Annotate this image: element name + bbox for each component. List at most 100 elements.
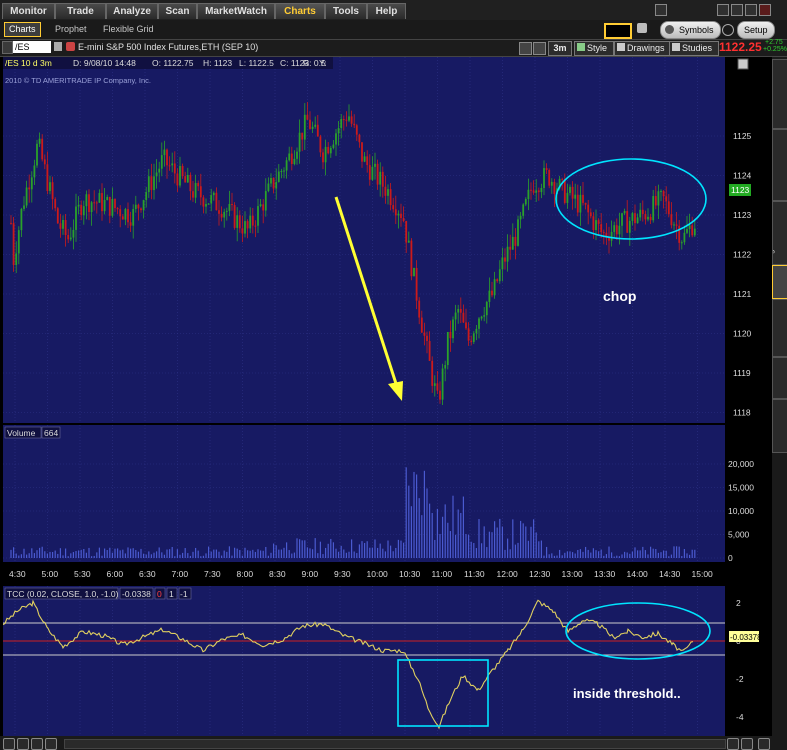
candle-body bbox=[670, 214, 673, 226]
volume-bar bbox=[283, 547, 285, 558]
left-pane-icon[interactable] bbox=[3, 738, 15, 750]
candle-body bbox=[592, 216, 595, 231]
tab-active-trader[interactable]: Active Trader bbox=[772, 129, 787, 201]
candle-body bbox=[277, 171, 280, 182]
candle-body bbox=[480, 316, 483, 319]
restore-icon[interactable] bbox=[745, 4, 757, 16]
symbol-dropdown-icon[interactable] bbox=[54, 42, 62, 51]
candle-body bbox=[436, 383, 439, 391]
volume-bar bbox=[306, 547, 308, 558]
candle-body bbox=[426, 335, 428, 342]
zoom-in-icon[interactable] bbox=[45, 738, 57, 750]
zoom-icon[interactable] bbox=[533, 42, 546, 55]
window-menu-icon[interactable] bbox=[655, 4, 667, 16]
style-label: Style bbox=[587, 43, 608, 53]
search-icon[interactable] bbox=[31, 738, 43, 750]
volume-bar bbox=[143, 553, 145, 558]
symbols-button[interactable]: Symbols bbox=[660, 21, 721, 39]
volume-bar bbox=[618, 556, 620, 558]
time-label: 13:00 bbox=[562, 569, 584, 579]
candle-body bbox=[314, 124, 317, 127]
horizontal-scrollbar[interactable] bbox=[64, 739, 726, 749]
volume-bar bbox=[520, 520, 522, 558]
subtab-charts[interactable]: Charts bbox=[4, 22, 41, 37]
volume-bar bbox=[590, 552, 592, 558]
tab-times-and-sales[interactable]: Times and Sales bbox=[772, 59, 787, 129]
crosshair-icon[interactable] bbox=[519, 42, 532, 55]
refresh-icon[interactable] bbox=[17, 738, 29, 750]
symbol-input[interactable]: /ES bbox=[13, 41, 51, 53]
layout-selector[interactable] bbox=[604, 23, 632, 39]
nav-tab-help[interactable]: Help bbox=[367, 3, 406, 19]
scroll-left-icon[interactable] bbox=[727, 738, 739, 750]
candle-body bbox=[693, 228, 696, 236]
candle-body bbox=[132, 208, 135, 226]
style-button[interactable]: Style bbox=[574, 41, 614, 56]
volume-tick: 0 bbox=[728, 553, 733, 563]
nav-tab-tools[interactable]: Tools bbox=[325, 3, 367, 19]
candle-body bbox=[600, 224, 603, 233]
volume-bar bbox=[109, 547, 111, 558]
candle-body bbox=[626, 211, 629, 233]
volume-bar bbox=[80, 549, 82, 558]
link-icon[interactable] bbox=[2, 41, 13, 54]
volume-bar bbox=[280, 549, 282, 558]
volume-bar bbox=[356, 553, 358, 558]
volume-bar bbox=[377, 547, 379, 558]
candle-body bbox=[20, 208, 23, 231]
studies-button[interactable]: Studies bbox=[669, 41, 719, 56]
candle-body bbox=[368, 165, 371, 180]
volume-bar bbox=[475, 548, 477, 558]
volume-bar bbox=[527, 540, 529, 558]
volume-bar bbox=[540, 540, 542, 558]
volume-bar bbox=[208, 546, 210, 558]
volume-bar bbox=[413, 471, 415, 558]
volume-bar bbox=[85, 552, 87, 558]
candle-body bbox=[553, 181, 556, 195]
volume-bar bbox=[647, 554, 649, 558]
subtab-flexible-grid[interactable]: Flexible Grid bbox=[103, 23, 154, 36]
timeframe-button[interactable]: 3m bbox=[548, 41, 572, 56]
volume-bar bbox=[582, 551, 584, 558]
candle-body bbox=[80, 204, 83, 216]
nav-tab-scan[interactable]: Scan bbox=[158, 3, 197, 19]
candle-body bbox=[532, 190, 535, 193]
tab-chart[interactable]: Chart bbox=[772, 265, 787, 299]
tab-level-ii[interactable]: Level II bbox=[772, 357, 787, 399]
panel-config-icon[interactable] bbox=[737, 58, 749, 70]
maximize-icon[interactable] bbox=[731, 4, 743, 16]
chart-area[interactable]: 1125 1124 1123 1122 1121 1120 1119 1118 /ES 10 … bbox=[3, 57, 760, 737]
tab-big-buttons[interactable]: Big Buttons bbox=[772, 201, 787, 265]
candle-body bbox=[124, 209, 127, 220]
candle-body bbox=[345, 119, 348, 121]
volume-bar bbox=[673, 546, 675, 558]
drawings-button[interactable]: Drawings bbox=[614, 41, 670, 56]
settings-icon[interactable] bbox=[722, 24, 734, 36]
candle-body bbox=[186, 174, 189, 183]
volume-bar bbox=[637, 550, 639, 558]
candle-body bbox=[150, 176, 153, 191]
nav-tab-trade[interactable]: Trade bbox=[55, 3, 106, 19]
candle-body bbox=[46, 164, 49, 191]
dropdown-icon[interactable] bbox=[637, 23, 647, 33]
nav-tab-monitor[interactable]: Monitor bbox=[2, 3, 55, 19]
expand-icon[interactable] bbox=[758, 738, 770, 750]
candle-body bbox=[153, 176, 155, 191]
scroll-right-icon[interactable] bbox=[741, 738, 753, 750]
setup-button[interactable]: Setup bbox=[737, 21, 775, 39]
close-icon[interactable] bbox=[759, 4, 771, 16]
nav-tab-charts[interactable]: Charts bbox=[275, 3, 325, 19]
candle-body bbox=[657, 191, 660, 206]
volume-bar bbox=[273, 543, 275, 558]
alert-icon[interactable] bbox=[66, 42, 75, 51]
tab-dashboard[interactable]: Dashboard bbox=[772, 299, 787, 357]
subtab-prophet[interactable]: Prophet bbox=[55, 23, 87, 36]
tab-live-news[interactable]: Live News bbox=[772, 399, 787, 453]
minimize-icon[interactable] bbox=[717, 4, 729, 16]
candle-body bbox=[220, 213, 223, 218]
volume-bar bbox=[226, 551, 228, 558]
nav-tab-analyze[interactable]: Analyze bbox=[106, 3, 158, 19]
volume-bar bbox=[174, 556, 176, 558]
candle-body bbox=[207, 203, 210, 205]
nav-tab-marketwatch[interactable]: MarketWatch bbox=[197, 3, 275, 19]
